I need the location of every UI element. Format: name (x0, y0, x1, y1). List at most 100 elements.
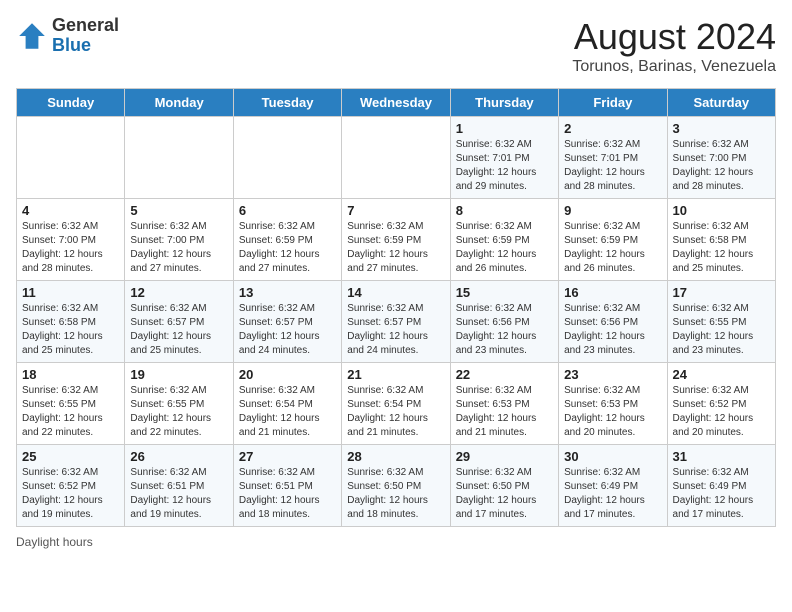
day-detail: Sunrise: 6:32 AMSunset: 6:50 PMDaylight:… (347, 466, 444, 522)
day-number: 5 (130, 203, 227, 218)
week-row: 11 Sunrise: 6:32 AMSunset: 6:58 PMDayligh… (17, 281, 776, 363)
day-header-sunday: Sunday (17, 89, 125, 117)
day-number: 30 (564, 449, 661, 464)
day-detail: Sunrise: 6:32 AMSunset: 6:57 PMDaylight:… (347, 302, 444, 358)
day-header-friday: Friday (559, 89, 667, 117)
calendar-cell: 21 Sunrise: 6:32 AMSunset: 6:54 PMDayligh… (342, 363, 450, 445)
calendar-cell: 26 Sunrise: 6:32 AMSunset: 6:51 PMDayligh… (125, 445, 233, 527)
calendar-cell: 30 Sunrise: 6:32 AMSunset: 6:49 PMDayligh… (559, 445, 667, 527)
logo-blue: Blue (52, 35, 91, 55)
day-header-saturday: Saturday (667, 89, 775, 117)
day-number: 26 (130, 449, 227, 464)
day-number: 16 (564, 285, 661, 300)
day-detail: Sunrise: 6:32 AMSunset: 6:55 PMDaylight:… (22, 384, 119, 440)
calendar-cell: 5 Sunrise: 6:32 AMSunset: 7:00 PMDaylight… (125, 199, 233, 281)
day-detail: Sunrise: 6:32 AMSunset: 6:52 PMDaylight:… (22, 466, 119, 522)
day-number: 10 (673, 203, 770, 218)
calendar-cell (233, 117, 341, 199)
day-number: 1 (456, 121, 553, 136)
day-detail: Sunrise: 6:32 AMSunset: 6:49 PMDaylight:… (673, 466, 770, 522)
day-number: 20 (239, 367, 336, 382)
day-number: 21 (347, 367, 444, 382)
day-detail: Sunrise: 6:32 AMSunset: 6:56 PMDaylight:… (456, 302, 553, 358)
calendar-cell: 16Sunrise: 6:32 AMSunset: 6:56 PMDayligh… (559, 281, 667, 363)
day-number: 25 (22, 449, 119, 464)
calendar-cell: 4 Sunrise: 6:32 AMSunset: 7:00 PMDaylight… (17, 199, 125, 281)
day-detail: Sunrise: 6:32 AMSunset: 6:53 PMDaylight:… (456, 384, 553, 440)
day-number: 22 (456, 367, 553, 382)
calendar-cell: 9 Sunrise: 6:32 AMSunset: 6:59 PMDaylight… (559, 199, 667, 281)
calendar-cell: 28Sunrise: 6:32 AMSunset: 6:50 PMDayligh… (342, 445, 450, 527)
day-number: 31 (673, 449, 770, 464)
title-block: August 2024 Torunos, Barinas, Venezuela (572, 16, 776, 76)
logo-text: General Blue (52, 16, 119, 56)
day-number: 12 (130, 285, 227, 300)
calendar-cell: 23Sunrise: 6:32 AMSunset: 6:53 PMDayligh… (559, 363, 667, 445)
day-header-monday: Monday (125, 89, 233, 117)
calendar-cell: 10 Sunrise: 6:32 AMSunset: 6:58 PMDayligh… (667, 199, 775, 281)
calendar-cell: 1 Sunrise: 6:32 AMSunset: 7:01 PMDaylight… (450, 117, 558, 199)
day-header-thursday: Thursday (450, 89, 558, 117)
calendar-cell (17, 117, 125, 199)
daylight-label: Daylight hours (16, 535, 93, 549)
day-number: 13 (239, 285, 336, 300)
footer: Daylight hours (16, 535, 776, 549)
logo-general: General (52, 15, 119, 35)
calendar-cell: 8Sunrise: 6:32 AMSunset: 6:59 PMDaylight… (450, 199, 558, 281)
day-detail: Sunrise: 6:32 AMSunset: 6:53 PMDaylight:… (564, 384, 661, 440)
day-detail: Sunrise: 6:32 AMSunset: 6:58 PMDaylight:… (673, 220, 770, 276)
calendar-cell: 27 Sunrise: 6:32 AMSunset: 6:51 PMDayligh… (233, 445, 341, 527)
week-row: 25 Sunrise: 6:32 AMSunset: 6:52 PMDayligh… (17, 445, 776, 527)
calendar-cell: 2 Sunrise: 6:32 AMSunset: 7:01 PMDaylight… (559, 117, 667, 199)
day-detail: Sunrise: 6:32 AMSunset: 7:01 PMDaylight:… (456, 138, 553, 194)
day-detail: Sunrise: 6:32 AMSunset: 6:51 PMDaylight:… (130, 466, 227, 522)
day-number: 2 (564, 121, 661, 136)
calendar-cell (342, 117, 450, 199)
day-detail: Sunrise: 6:32 AMSunset: 6:51 PMDaylight:… (239, 466, 336, 522)
calendar-cell: 20 Sunrise: 6:32 AMSunset: 6:54 PMDayligh… (233, 363, 341, 445)
calendar-cell: 12Sunrise: 6:32 AMSunset: 6:57 PMDayligh… (125, 281, 233, 363)
day-number: 14 (347, 285, 444, 300)
day-number: 17 (673, 285, 770, 300)
day-detail: Sunrise: 6:32 AMSunset: 6:49 PMDaylight:… (564, 466, 661, 522)
logo-icon (16, 20, 48, 52)
header-row: SundayMondayTuesdayWednesdayThursdayFrid… (17, 89, 776, 117)
day-detail: Sunrise: 6:32 AMSunset: 7:01 PMDaylight:… (564, 138, 661, 194)
calendar-cell: 3 Sunrise: 6:32 AMSunset: 7:00 PMDaylight… (667, 117, 775, 199)
day-detail: Sunrise: 6:32 AMSunset: 6:59 PMDaylight:… (564, 220, 661, 276)
day-number: 7 (347, 203, 444, 218)
calendar-header: SundayMondayTuesdayWednesdayThursdayFrid… (17, 89, 776, 117)
day-number: 8 (456, 203, 553, 218)
day-detail: Sunrise: 6:32 AMSunset: 7:00 PMDaylight:… (130, 220, 227, 276)
day-detail: Sunrise: 6:32 AMSunset: 6:54 PMDaylight:… (347, 384, 444, 440)
day-detail: Sunrise: 6:32 AMSunset: 6:50 PMDaylight:… (456, 466, 553, 522)
day-number: 3 (673, 121, 770, 136)
day-number: 6 (239, 203, 336, 218)
day-detail: Sunrise: 6:32 AMSunset: 6:59 PMDaylight:… (239, 220, 336, 276)
calendar-table: SundayMondayTuesdayWednesdayThursdayFrid… (16, 88, 776, 527)
day-number: 24 (673, 367, 770, 382)
day-detail: Sunrise: 6:32 AMSunset: 6:52 PMDaylight:… (673, 384, 770, 440)
day-number: 9 (564, 203, 661, 218)
calendar-cell: 31 Sunrise: 6:32 AMSunset: 6:49 PMDayligh… (667, 445, 775, 527)
day-detail: Sunrise: 6:32 AMSunset: 6:54 PMDaylight:… (239, 384, 336, 440)
day-detail: Sunrise: 6:32 AMSunset: 6:55 PMDaylight:… (673, 302, 770, 358)
calendar-cell: 19 Sunrise: 6:32 AMSunset: 6:55 PMDayligh… (125, 363, 233, 445)
calendar-cell: 11 Sunrise: 6:32 AMSunset: 6:58 PMDayligh… (17, 281, 125, 363)
calendar-cell: 25 Sunrise: 6:32 AMSunset: 6:52 PMDayligh… (17, 445, 125, 527)
day-number: 19 (130, 367, 227, 382)
day-detail: Sunrise: 6:32 AMSunset: 7:00 PMDaylight:… (22, 220, 119, 276)
calendar-cell: 24 Sunrise: 6:32 AMSunset: 6:52 PMDayligh… (667, 363, 775, 445)
week-row: 18Sunrise: 6:32 AMSunset: 6:55 PMDayligh… (17, 363, 776, 445)
day-detail: Sunrise: 6:32 AMSunset: 6:55 PMDaylight:… (130, 384, 227, 440)
day-detail: Sunrise: 6:32 AMSunset: 6:58 PMDaylight:… (22, 302, 119, 358)
calendar-cell: 15 Sunrise: 6:32 AMSunset: 6:56 PMDayligh… (450, 281, 558, 363)
calendar-cell: 14 Sunrise: 6:32 AMSunset: 6:57 PMDayligh… (342, 281, 450, 363)
day-number: 15 (456, 285, 553, 300)
day-number: 4 (22, 203, 119, 218)
day-detail: Sunrise: 6:32 AMSunset: 7:00 PMDaylight:… (673, 138, 770, 194)
location: Torunos, Barinas, Venezuela (572, 58, 776, 76)
calendar-cell: 13Sunrise: 6:32 AMSunset: 6:57 PMDayligh… (233, 281, 341, 363)
day-number: 27 (239, 449, 336, 464)
day-number: 11 (22, 285, 119, 300)
